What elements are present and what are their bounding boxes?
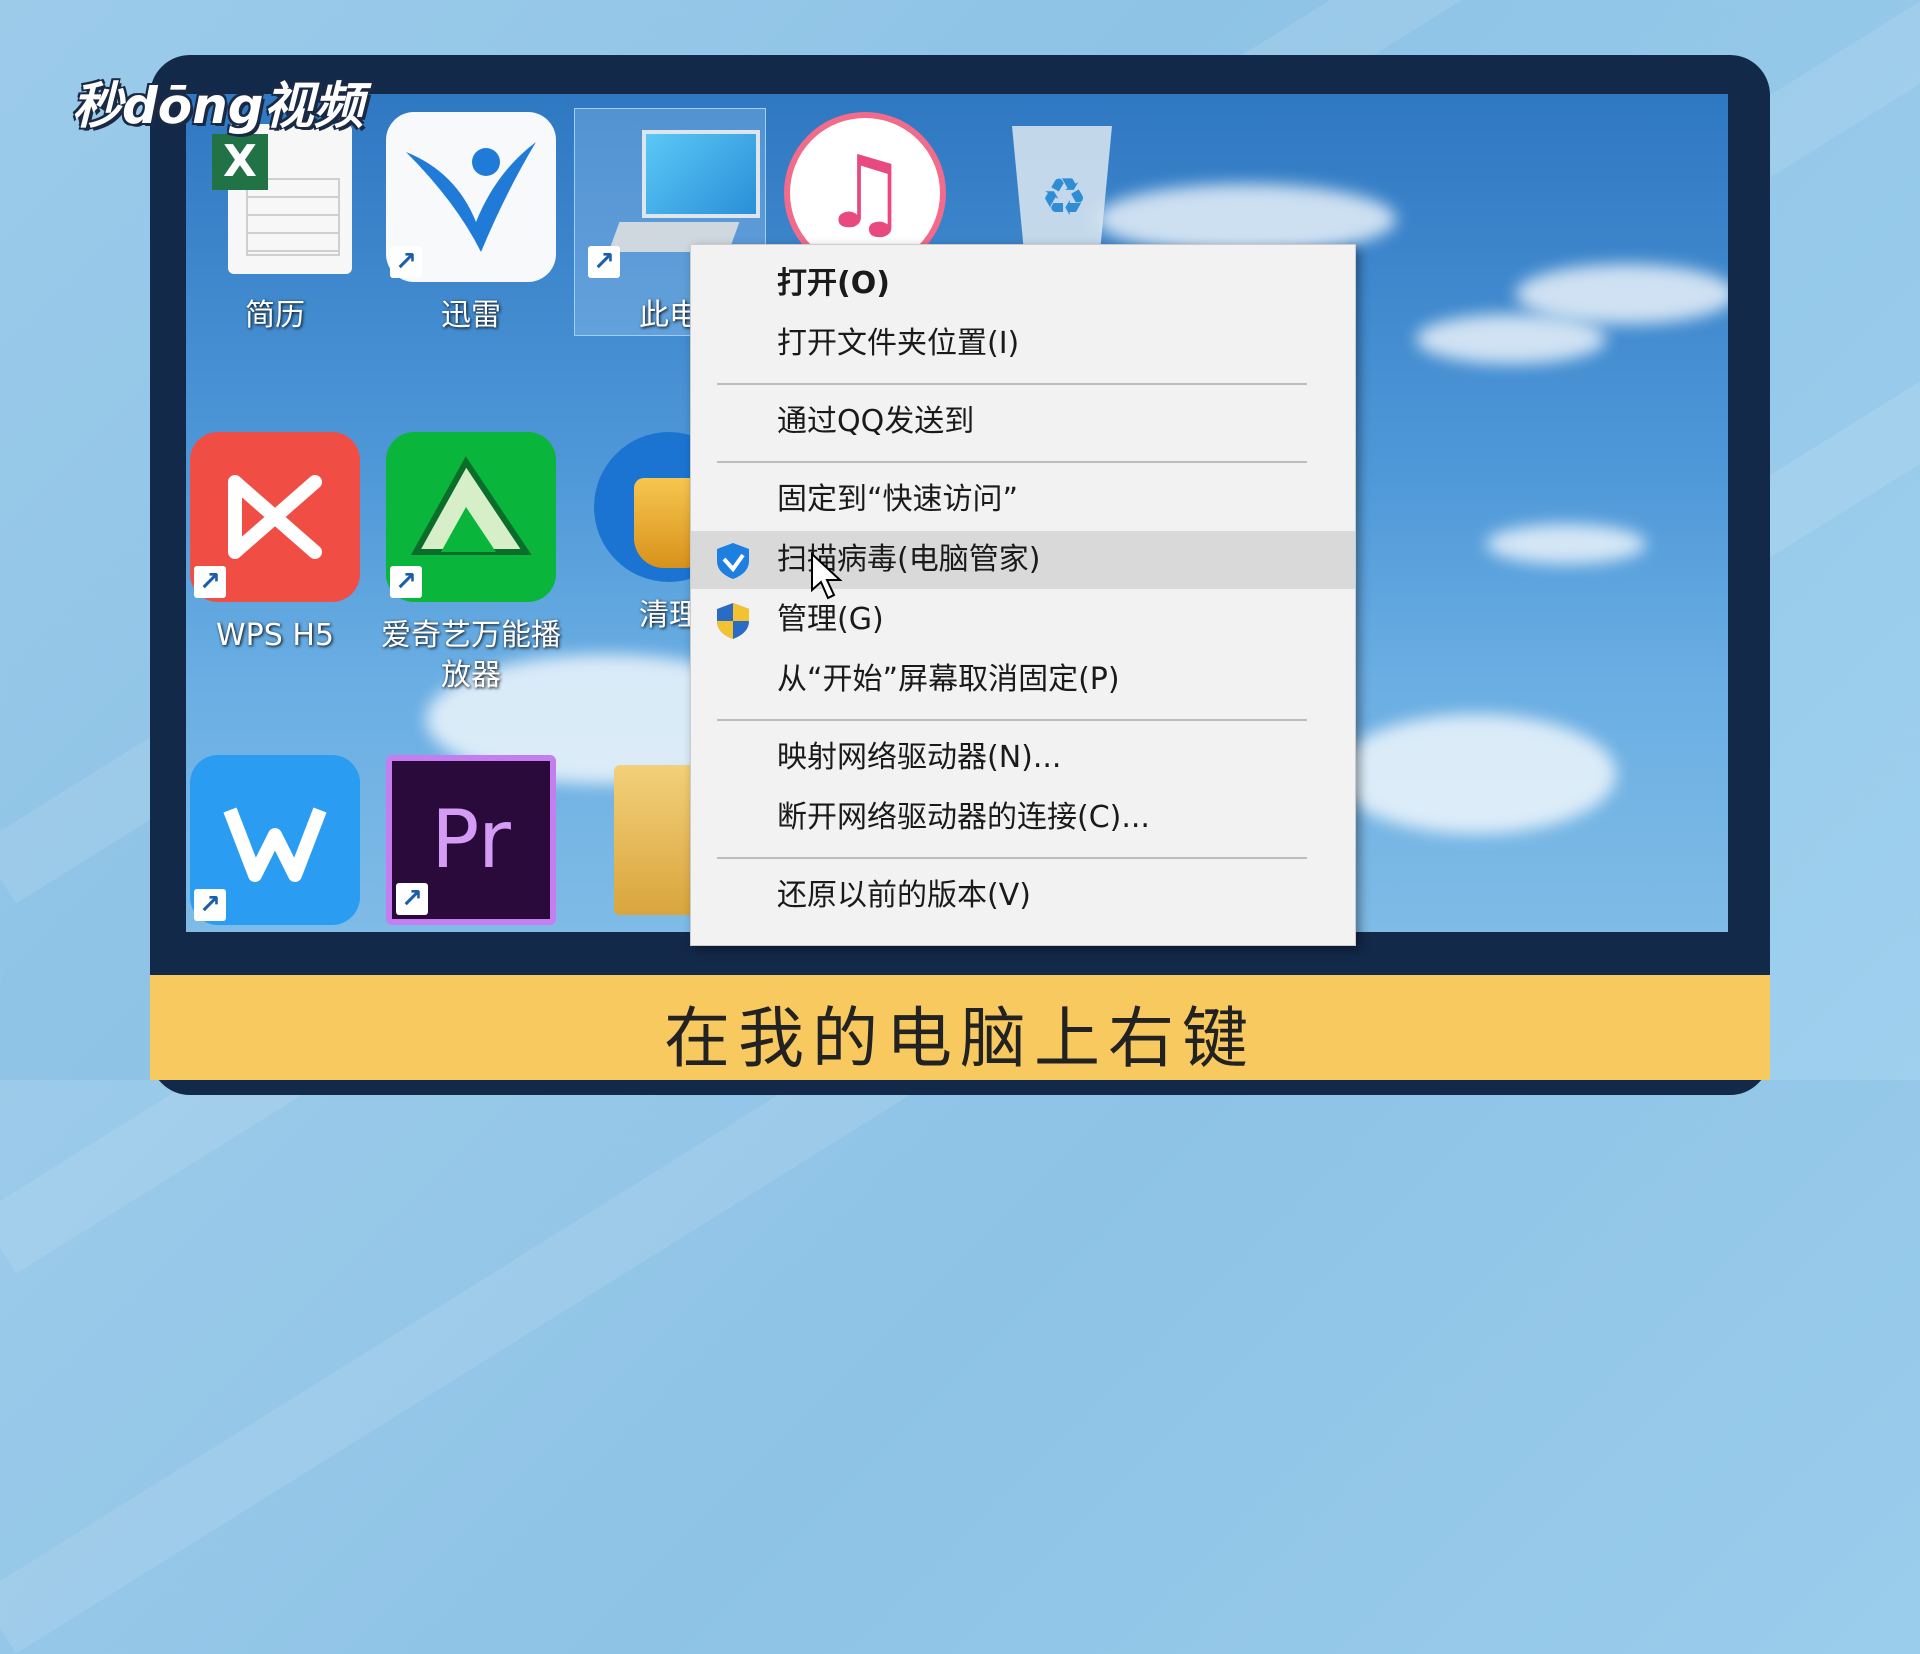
menu-item-unpin-start[interactable]: 从“开始”屏幕取消固定(P) <box>691 651 1355 709</box>
menu-item-open-folder-location[interactable]: 打开文件夹位置(I) <box>691 315 1355 373</box>
desktop-icon-wps-h5[interactable]: ↗ WPS H5 <box>180 432 370 656</box>
premiere-pro-icon: Pr ↗ <box>386 755 556 925</box>
menu-item-map-network-drive[interactable]: 映射网络驱动器(N)... <box>691 729 1355 787</box>
context-menu: 打开(O) 打开文件夹位置(I) 通过QQ发送到 固定到“快速访问” 扫描病毒(… <box>690 244 1356 946</box>
icon-label: 迅雷 <box>441 298 501 333</box>
menu-item-open[interactable]: 打开(O) <box>691 255 1355 313</box>
shortcut-arrow-icon: ↗ <box>194 566 226 598</box>
subtitle-caption: 在我的电脑上右键 <box>664 1000 1256 1077</box>
icon-label: 爱奇艺万能播放器 <box>381 618 561 693</box>
desktop-icon-xunlei[interactable]: ↗ 迅雷 <box>376 112 566 336</box>
shortcut-arrow-icon: ↗ <box>396 883 428 915</box>
tencent-shield-icon <box>717 543 749 579</box>
menu-item-disconnect-network-drive[interactable]: 断开网络驱动器的连接(C)... <box>691 789 1355 847</box>
shortcut-arrow-icon: ↗ <box>194 889 226 921</box>
menu-separator <box>717 383 1307 385</box>
menu-separator <box>717 719 1307 721</box>
xunlei-bird-icon: ↗ <box>386 112 556 282</box>
cloud <box>1516 264 1728 324</box>
desktop-icon-premiere[interactable]: Pr ↗ <box>376 755 566 939</box>
icon-label: WPS H5 <box>216 618 334 653</box>
cloud <box>1486 524 1646 564</box>
watermark-logo: 秒dōng视频 <box>72 77 364 135</box>
wps-writer-icon: ↗ <box>190 755 360 925</box>
shortcut-arrow-icon: ↗ <box>390 566 422 598</box>
icon-label: 简历 <box>245 298 305 333</box>
cloud <box>1336 714 1616 834</box>
uac-shield-icon <box>717 603 749 639</box>
menu-item-manage[interactable]: 管理(G) <box>691 591 1355 649</box>
menu-separator <box>717 461 1307 463</box>
desktop-icon-iqiyi[interactable]: ↗ 爱奇艺万能播放器 <box>376 432 566 696</box>
menu-item-send-via-qq[interactable]: 通过QQ发送到 <box>691 393 1355 451</box>
menu-item-restore-previous-versions[interactable]: 还原以前的版本(V) <box>691 867 1355 925</box>
desktop-icon-resume[interactable]: X 简历 <box>180 112 370 336</box>
mouse-cursor-icon <box>811 552 843 600</box>
shortcut-arrow-icon: ↗ <box>588 246 620 278</box>
wps-h5-icon: ↗ <box>190 432 360 602</box>
menu-separator <box>717 857 1307 859</box>
cloud <box>1416 314 1606 364</box>
iqiyi-player-icon: ↗ <box>386 432 556 602</box>
menu-item-pin-quick-access[interactable]: 固定到“快速访问” <box>691 471 1355 529</box>
shortcut-arrow-icon: ↗ <box>390 246 422 278</box>
desktop-icon-wps-writer[interactable]: ↗ <box>180 755 370 939</box>
menu-item-scan-virus[interactable]: 扫描病毒(电脑管家) <box>691 531 1355 589</box>
